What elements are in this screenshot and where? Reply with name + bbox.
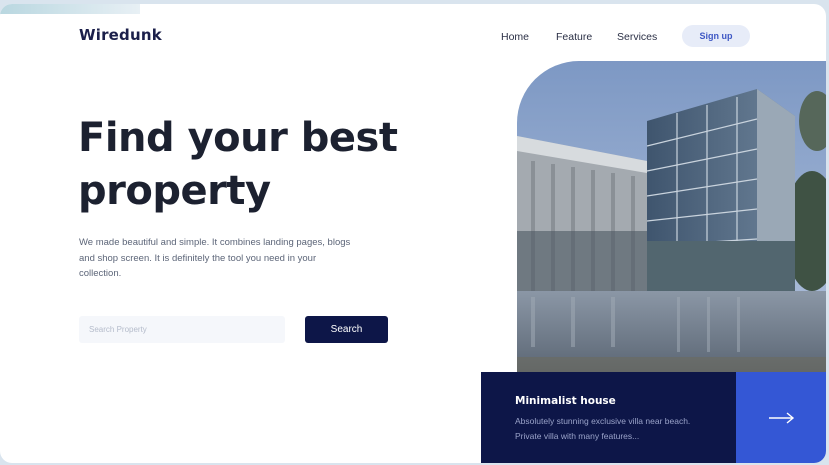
signup-button[interactable]: Sign up (682, 25, 750, 47)
nav-home-link[interactable]: Home (501, 31, 529, 43)
brand-logo[interactable]: Wiredunk (79, 26, 162, 44)
search-button[interactable]: Search (305, 316, 388, 343)
building-photo (517, 61, 826, 372)
nav-feature-link[interactable]: Feature (556, 31, 592, 43)
feature-card-title: Minimalist house (515, 395, 616, 407)
card-next-button[interactable] (736, 372, 826, 463)
feature-card[interactable]: Minimalist house Absolutely stunning exc… (481, 372, 736, 463)
page-frame: Wiredunk Home Feature Services Sign up F… (0, 4, 826, 463)
building-illustration (517, 61, 826, 372)
search-property-input[interactable] (79, 316, 285, 343)
decorative-corner (0, 4, 140, 14)
hero-description: We made beautiful and simple. It combine… (79, 237, 351, 279)
arrow-right-icon (769, 412, 795, 424)
feature-card-description: Absolutely stunning exclusive villa near… (515, 416, 691, 441)
nav-services-link[interactable]: Services (617, 31, 657, 43)
hero-title: Find your best property (78, 115, 398, 214)
